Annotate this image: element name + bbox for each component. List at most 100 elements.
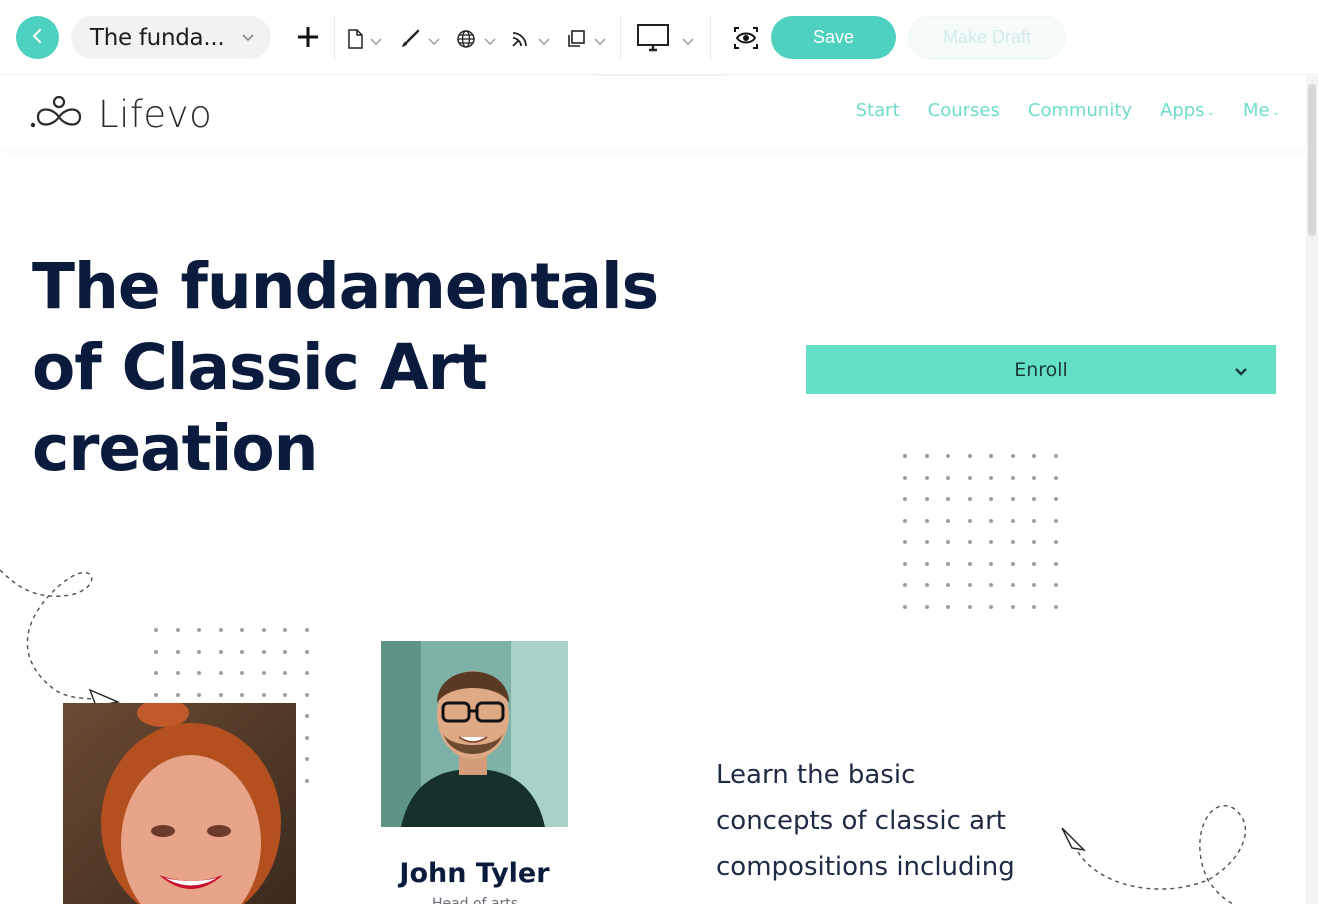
grid-dot — [1053, 540, 1058, 544]
back-button[interactable] — [16, 16, 59, 59]
dashed-path-doodle — [0, 569, 121, 707]
grid-dot — [989, 497, 993, 501]
grid-dot — [240, 671, 244, 675]
grid-dot — [946, 454, 950, 458]
grid-dot — [989, 475, 993, 480]
chevron-down-icon — [1234, 362, 1248, 381]
chevron-down-icon — [484, 32, 496, 51]
page-root: The funda... Save Make Draft Lifevo Star… — [0, 0, 1318, 904]
save-button[interactable]: Save — [771, 16, 896, 59]
grid-dot — [989, 604, 993, 609]
description-line: Learn the basic — [716, 760, 916, 790]
grid-dot — [240, 628, 244, 632]
grid-dot — [304, 757, 309, 761]
description-line: compositions including — [716, 852, 1015, 882]
grid-dot — [903, 604, 907, 609]
grid-dot — [261, 692, 266, 697]
grid-dot — [946, 604, 950, 609]
grid-dot — [1053, 475, 1058, 480]
brush-icon — [400, 29, 420, 53]
grid-dot — [924, 518, 929, 523]
nav-item-label: Apps — [1160, 100, 1205, 121]
grid-dot — [946, 583, 950, 587]
page-title-dropdown[interactable]: The funda... — [71, 16, 271, 59]
grid-dot — [903, 454, 907, 458]
grid-dot — [903, 475, 907, 480]
grid-dot — [967, 540, 972, 544]
grid-dot — [989, 518, 993, 523]
grid-dot — [1053, 583, 1058, 587]
grid-dot — [1010, 518, 1015, 523]
grid-dot — [304, 628, 309, 632]
preview-button[interactable] — [733, 26, 759, 54]
grid-dot — [283, 628, 287, 632]
grid-dot — [967, 475, 972, 480]
scrollbar-thumb[interactable] — [1308, 84, 1316, 236]
infinity-logo-icon — [30, 95, 88, 135]
grid-dot — [967, 561, 972, 566]
grid-dot — [1010, 497, 1015, 501]
nav-item-apps[interactable]: Apps ⌄ — [1160, 100, 1215, 121]
feed-menu-button[interactable] — [510, 29, 550, 53]
grid-dot — [175, 692, 180, 697]
language-menu-button[interactable] — [456, 29, 496, 53]
grid-dot — [989, 561, 993, 566]
grid-dot — [903, 497, 907, 501]
nav-item-community[interactable]: Community — [1028, 100, 1132, 121]
nav-item-me[interactable]: Me ⌄ — [1243, 100, 1280, 121]
site-logo[interactable]: Lifevo — [30, 93, 212, 136]
grid-dot — [1032, 497, 1036, 501]
globe-icon — [456, 29, 476, 53]
grid-dot — [154, 628, 158, 632]
instructor-photo — [381, 641, 568, 827]
chevron-down-icon: ⌄ — [1206, 107, 1215, 118]
grid-dot — [304, 649, 309, 654]
grid-dot — [1010, 454, 1015, 458]
hero-title-line: The fundamentals — [32, 250, 659, 323]
grid-dot — [1032, 604, 1036, 609]
nav-item-courses[interactable]: Courses — [928, 100, 1000, 121]
make-draft-button[interactable]: Make Draft — [908, 16, 1066, 59]
grid-dot — [197, 692, 201, 697]
grid-dot — [175, 671, 180, 675]
grid-dot — [304, 778, 309, 783]
page-title: The funda... — [90, 24, 225, 51]
page-menu-button[interactable] — [346, 29, 382, 53]
grid-dot — [1032, 475, 1036, 480]
nav-item-label: Courses — [927, 100, 1000, 121]
grid-dot — [1053, 497, 1058, 501]
grid-dot — [989, 454, 993, 458]
grid-dot — [924, 454, 929, 458]
grid-dot — [946, 475, 950, 480]
device-preview-button[interactable] — [636, 23, 694, 59]
grid-dot — [924, 475, 929, 480]
grid-dot — [261, 671, 266, 675]
grid-dot — [1032, 518, 1036, 523]
decorative-dot-grid — [903, 454, 1063, 614]
grid-dot — [903, 583, 907, 587]
grid-dot — [924, 604, 929, 609]
chevron-down-icon — [682, 32, 694, 51]
hero-title-line: of Classic Art — [32, 331, 488, 404]
grid-dot — [924, 561, 929, 566]
style-menu-button[interactable] — [400, 29, 440, 53]
grid-dot — [283, 692, 287, 697]
grid-dot — [1053, 454, 1058, 458]
course-description: Learn the basic concepts of classic art … — [716, 752, 1066, 890]
grid-dot — [240, 649, 244, 654]
grid-dot — [946, 540, 950, 544]
nav-item-start[interactable]: Start — [856, 100, 900, 121]
duplicate-menu-button[interactable] — [566, 29, 606, 53]
student-photo — [63, 703, 296, 904]
enroll-dropdown[interactable]: Enroll — [806, 345, 1276, 394]
grid-dot — [304, 714, 309, 718]
grid-dot — [154, 692, 158, 697]
feed-icon — [510, 29, 530, 53]
grid-dot — [283, 649, 287, 654]
grid-dot — [197, 671, 201, 675]
grid-dot — [903, 518, 907, 523]
page-scrollbar[interactable] — [1306, 76, 1318, 904]
preview-eye-icon — [733, 26, 759, 54]
add-button[interactable] — [296, 25, 320, 53]
site-header: Lifevo Start Courses Community Apps ⌄ Me ⌄ — [0, 76, 1306, 148]
